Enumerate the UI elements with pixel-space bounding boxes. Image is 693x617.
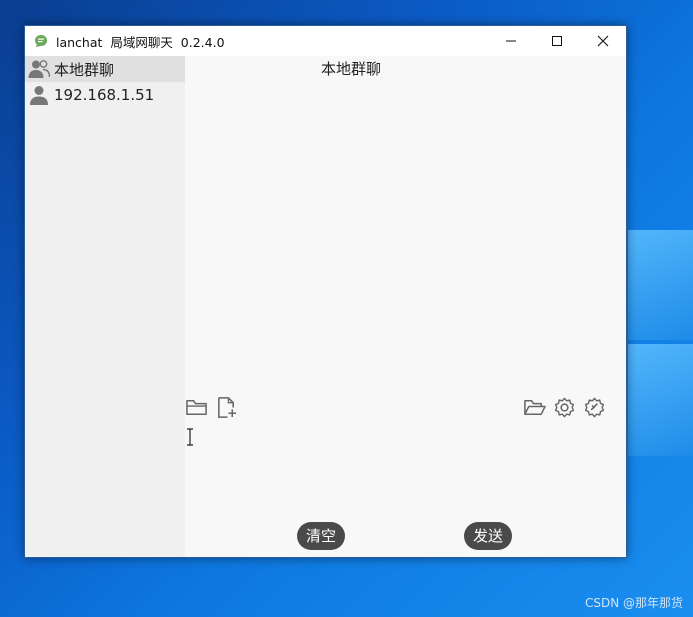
minimize-icon [506, 40, 516, 42]
app-window: lanchat 局域网聊天 0.2.4.0 本地群聊 192.168.1.51 … [24, 25, 627, 558]
toolbar-left [185, 396, 238, 419]
contact-item-192-168-1-51[interactable]: 192.168.1.51 [25, 82, 185, 108]
user-icon [30, 86, 48, 105]
maximize-icon [552, 36, 562, 46]
clear-button[interactable]: 清空 [297, 522, 346, 550]
group-icon [28, 60, 50, 78]
advanced-settings-button[interactable] [583, 396, 606, 419]
chat-app-icon [35, 35, 47, 47]
watermark: CSDN @那年那货 [584, 596, 683, 610]
contact-label: 192.168.1.51 [54, 86, 155, 104]
window-title: lanchat 局域网聊天 0.2.4.0 [56, 34, 225, 50]
minimize-button[interactable] [488, 26, 534, 56]
close-icon [597, 35, 609, 47]
toolbar-right [523, 396, 606, 419]
settings-button[interactable] [553, 396, 576, 419]
add-file-icon [218, 397, 237, 418]
desktop-windows-logo [628, 218, 693, 458]
maximize-button[interactable] [534, 26, 580, 56]
chat-panel: 本地群聊 清空 发送 [185, 56, 626, 557]
title-bar[interactable]: lanchat 局域网聊天 0.2.4.0 [25, 26, 626, 56]
chat-title: 本地群聊 [320, 60, 381, 78]
text-cursor-icon [187, 428, 193, 446]
send-folder-button[interactable] [185, 396, 208, 419]
settings-badge-icon [584, 397, 605, 418]
folder-open-icon [524, 400, 546, 415]
close-button[interactable] [580, 26, 626, 56]
open-folder-button[interactable] [523, 396, 546, 419]
contact-label: 本地群聊 [54, 60, 115, 79]
folder-icon [186, 400, 207, 415]
send-file-button[interactable] [215, 396, 238, 419]
settings-icon [554, 397, 575, 418]
contact-item-local-group[interactable]: 本地群聊 [25, 56, 185, 82]
send-button[interactable]: 发送 [464, 522, 513, 550]
contact-list: 本地群聊 192.168.1.51 [25, 56, 185, 557]
